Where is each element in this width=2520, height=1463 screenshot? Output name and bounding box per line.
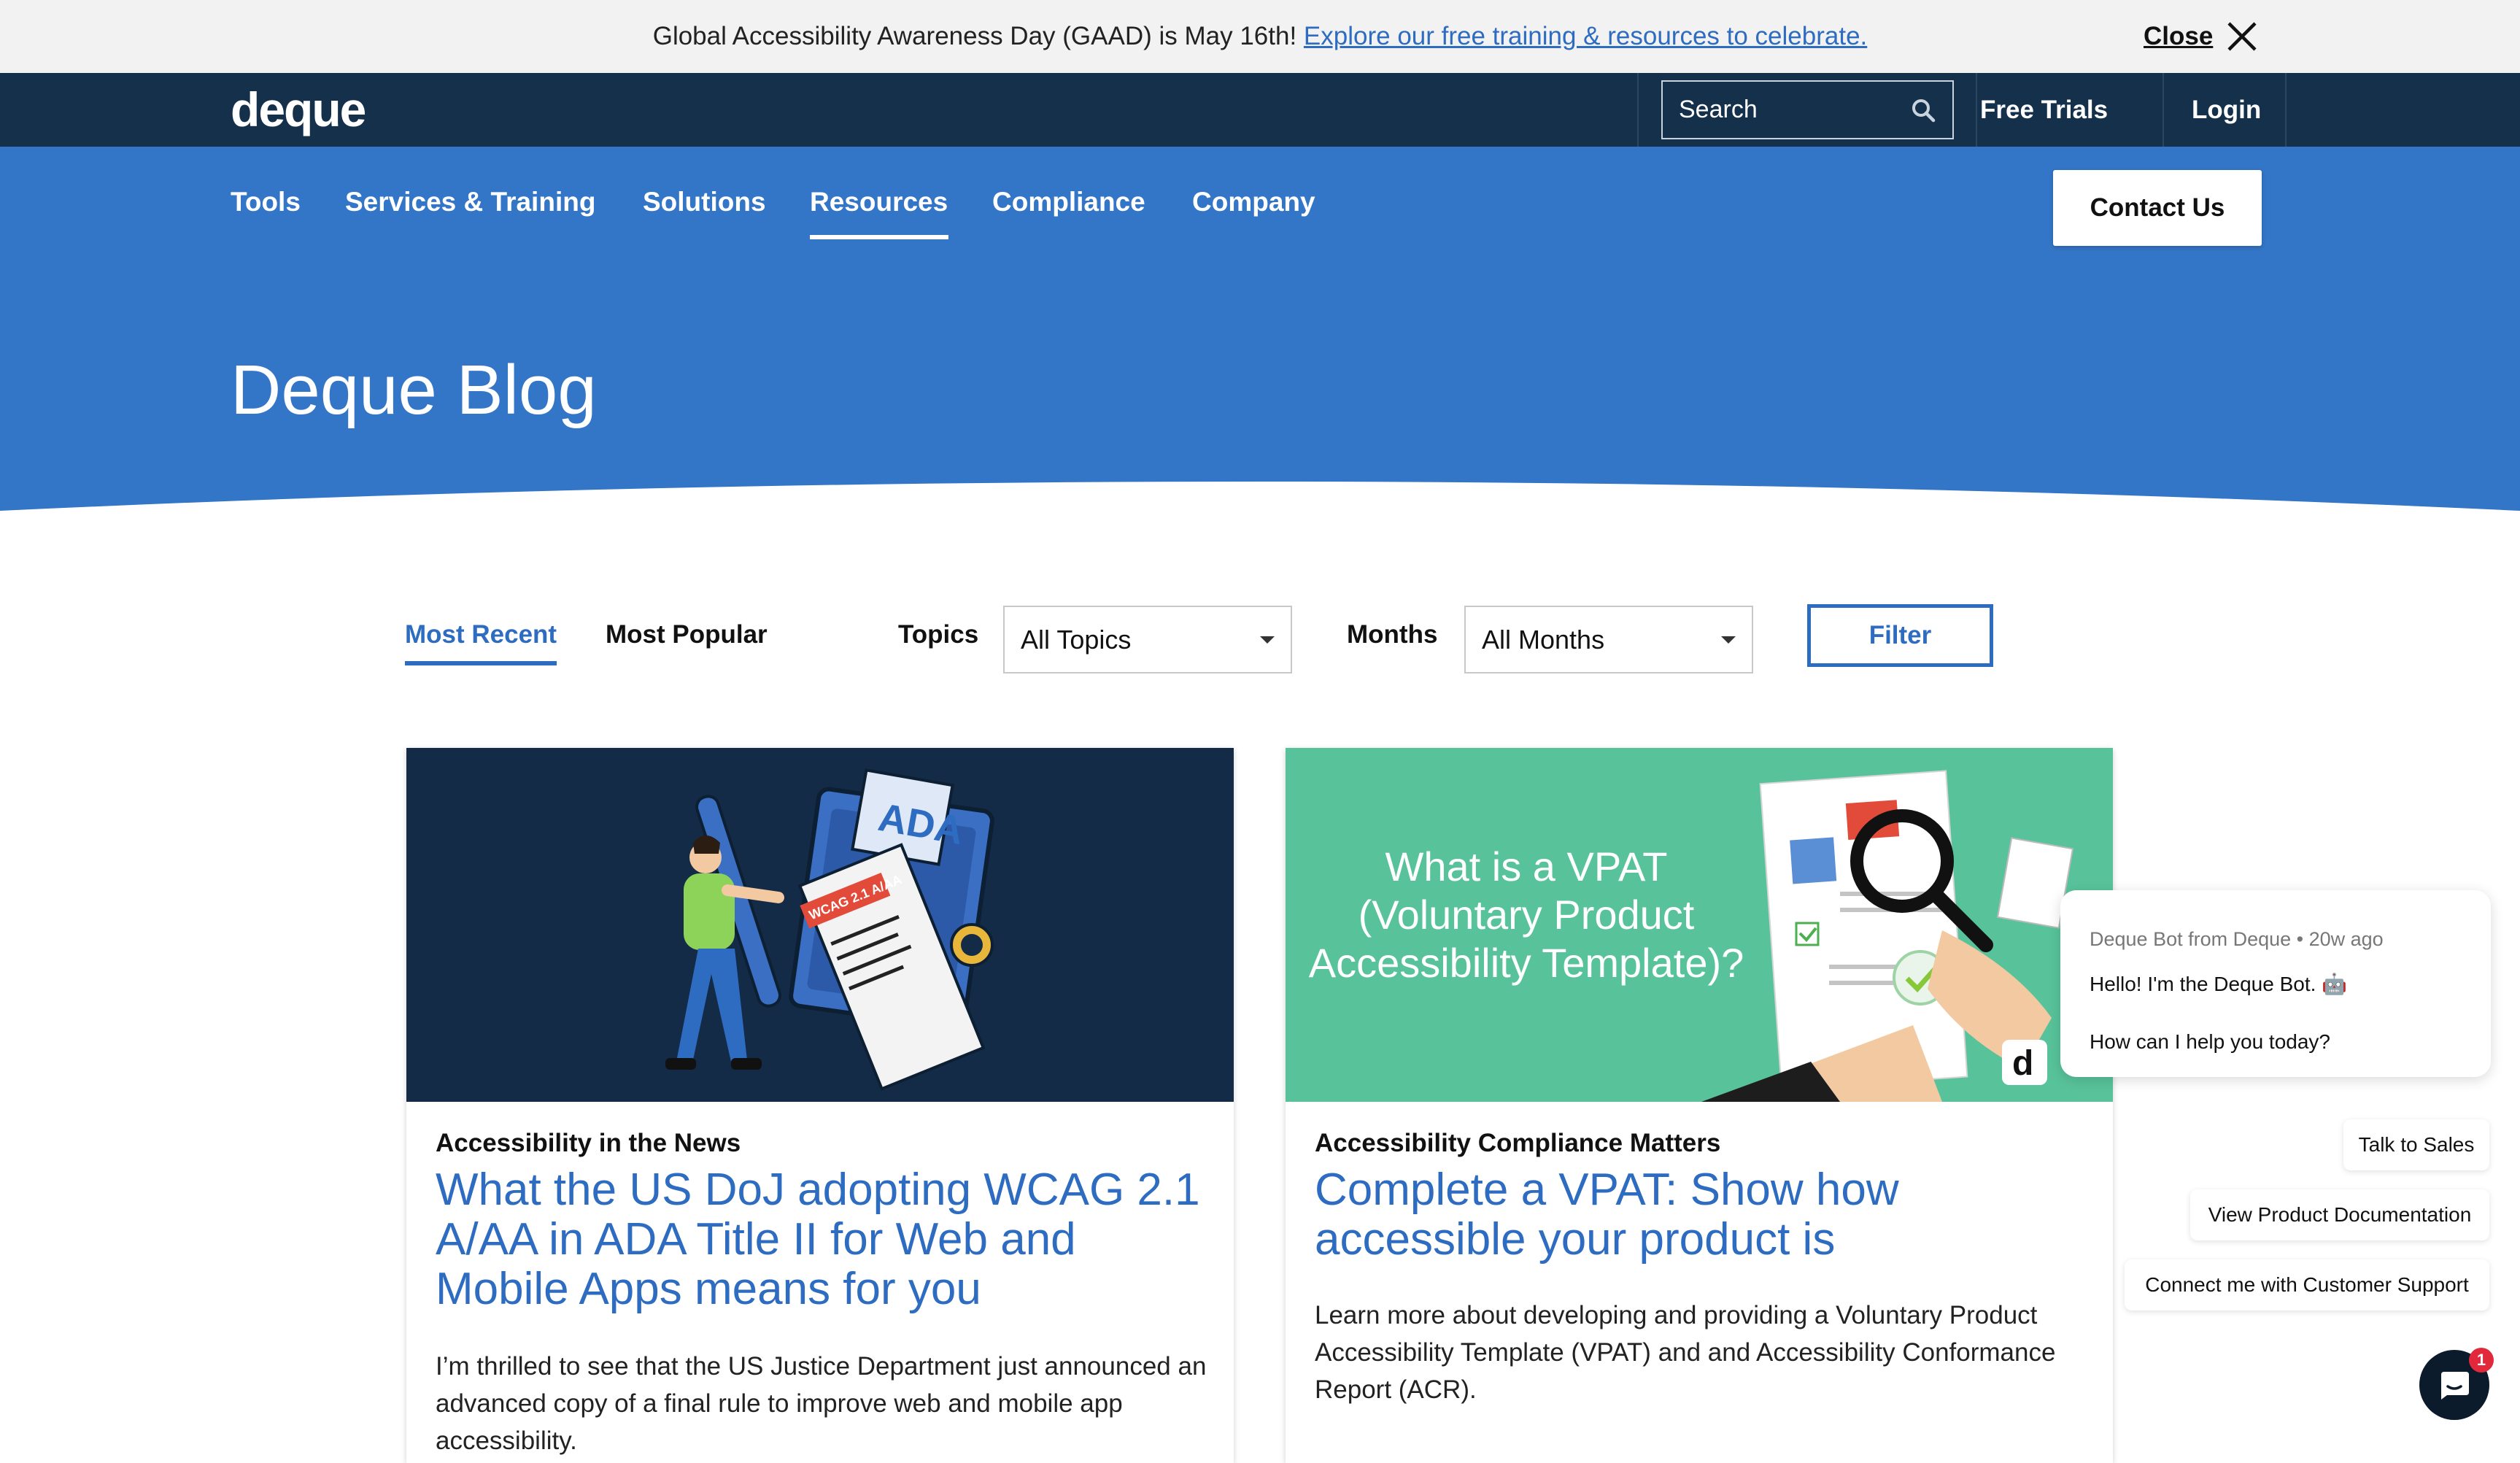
- months-select[interactable]: All Months: [1464, 606, 1753, 673]
- chat-message: How can I help you today?: [2090, 1030, 2330, 1053]
- chat-message-panel[interactable]: Deque Bot from Deque • 20w ago Hello! I'…: [2060, 890, 2491, 1077]
- page-title: Deque Blog: [231, 351, 597, 429]
- post-title-link[interactable]: What the US DoJ adopting WCAG 2.1 A/AA i…: [436, 1165, 1209, 1314]
- top-navbar: [0, 73, 2520, 147]
- deque-logo-mark: d: [2012, 1044, 2033, 1083]
- quick-reply-customer-support[interactable]: Connect me with Customer Support: [2125, 1259, 2489, 1310]
- post-illustration[interactable]: ADA WCAG 2.1 A/AA: [406, 748, 1234, 1102]
- post-category: Accessibility in the News: [436, 1129, 741, 1157]
- search-icon[interactable]: [1910, 97, 1936, 123]
- quick-reply-talk-to-sales[interactable]: Talk to Sales: [2343, 1119, 2489, 1170]
- post-excerpt: Learn more about developing and providin…: [1315, 1301, 2056, 1404]
- announcement-text: Global Accessibility Awareness Day (GAAD…: [0, 0, 2520, 73]
- close-label: Close: [2144, 22, 2214, 50]
- divider: [1637, 73, 1639, 147]
- months-label: Months: [1347, 620, 1438, 649]
- divider: [2163, 73, 2164, 147]
- chat-message: Hello! I'm the Deque Bot. 🤖: [2090, 973, 2348, 995]
- blog-post-card[interactable]: d What is a VPAT (Voluntary Product Acce…: [1286, 748, 2113, 1463]
- login-link[interactable]: Login: [2192, 73, 2261, 147]
- quick-reply-view-docs[interactable]: View Product Documentation: [2190, 1189, 2489, 1240]
- vpat-image-text: What is a VPAT (Voluntary Product Access…: [1308, 844, 1744, 986]
- post-title-link[interactable]: Complete a VPAT: Show how accessible you…: [1315, 1165, 2088, 1265]
- chevron-down-icon: [1260, 636, 1275, 644]
- search-placeholder: Search: [1679, 96, 1758, 123]
- filter-button[interactable]: Filter: [1807, 604, 1993, 667]
- close-icon: [2227, 22, 2257, 51]
- nav-company[interactable]: Company: [1192, 187, 1315, 217]
- chat-icon: [2441, 1372, 2469, 1400]
- announcement-message: Global Accessibility Awareness Day (GAAD…: [652, 22, 1304, 50]
- blog-post-card[interactable]: ADA WCAG 2.1 A/AA Accessibility in the N…: [406, 748, 1234, 1463]
- post-category: Accessibility Compliance Matters: [1315, 1129, 1721, 1157]
- hero-wave: [0, 482, 2520, 540]
- nav-solutions[interactable]: Solutions: [643, 187, 766, 217]
- divider: [1976, 73, 1977, 147]
- close-announcement-button[interactable]: Close: [2144, 16, 2258, 57]
- nav-compliance[interactable]: Compliance: [992, 187, 1145, 217]
- nav-services-training[interactable]: Services & Training: [345, 187, 595, 217]
- active-nav-indicator: [810, 235, 948, 239]
- tab-most-recent[interactable]: Most Recent: [405, 620, 557, 649]
- deque-logo[interactable]: deque: [231, 82, 366, 137]
- topics-label: Topics: [898, 620, 979, 649]
- chevron-down-icon: [1721, 636, 1736, 644]
- nav-tools[interactable]: Tools: [231, 187, 301, 217]
- tab-most-popular[interactable]: Most Popular: [606, 620, 768, 649]
- nav-resources[interactable]: Resources: [810, 187, 948, 217]
- announcement-link[interactable]: Explore our free training & resources to…: [1304, 22, 1867, 50]
- months-select-value: All Months: [1482, 624, 1605, 655]
- divider: [2285, 73, 2287, 147]
- free-trials-link[interactable]: Free Trials: [1980, 73, 2108, 147]
- active-tab-indicator: [405, 661, 557, 665]
- topics-select[interactable]: All Topics: [1003, 606, 1292, 673]
- notification-badge: 1: [2469, 1348, 2494, 1373]
- post-excerpt: I’m thrilled to see that the US Justice …: [436, 1352, 1207, 1455]
- contact-us-button[interactable]: Contact Us: [2053, 170, 2262, 246]
- search-input[interactable]: Search: [1661, 80, 1954, 139]
- topics-select-value: All Topics: [1021, 624, 1132, 655]
- chat-sender: Deque Bot from Deque • 20w ago: [2090, 928, 2384, 950]
